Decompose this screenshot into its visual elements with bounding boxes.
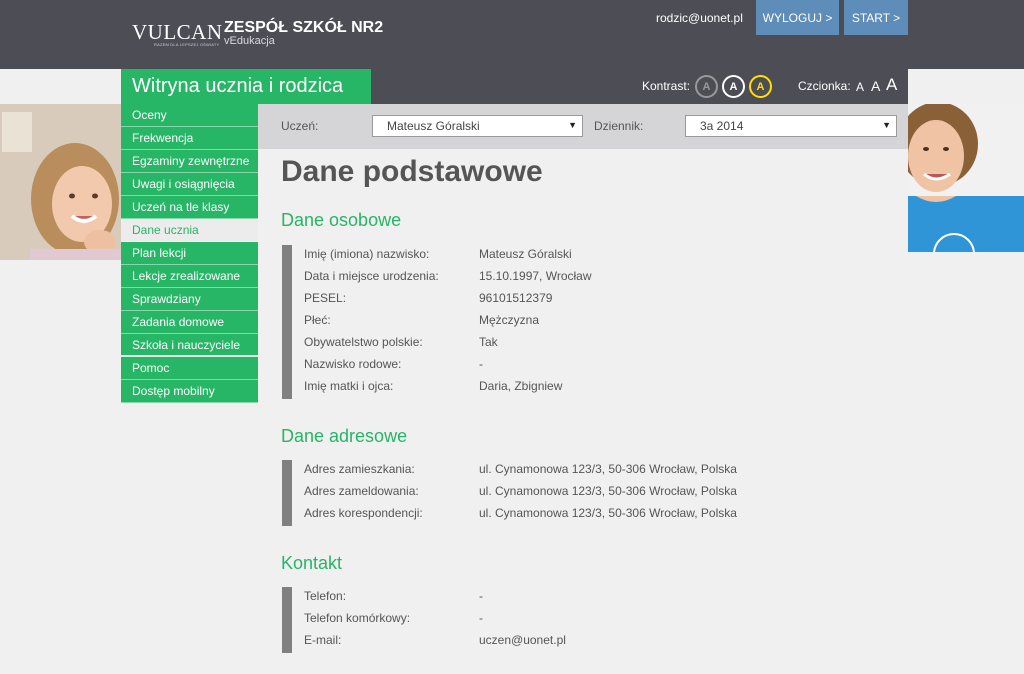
- sidebar-item-frekwencja[interactable]: Frekwencja: [121, 127, 258, 150]
- student-boy-photo: [908, 104, 1024, 252]
- school-subtitle: vEdukacja: [224, 35, 275, 47]
- field-value: Mężczyzna: [479, 313, 540, 327]
- user-email: rodzic@uonet.pl: [656, 11, 743, 25]
- field-label: Płeć:: [304, 313, 331, 327]
- student-select-label: Uczeń:: [281, 119, 319, 133]
- logo-tagline: RAZEM DLA LEPSZEJ OŚWIATY: [154, 42, 220, 47]
- field-value: 15.10.1997, Wrocław: [479, 269, 592, 283]
- contrast-black-white-button[interactable]: A: [722, 75, 745, 98]
- field-value: 96101512379: [479, 291, 553, 305]
- field-label: Imię matki i ojca:: [304, 379, 394, 393]
- field-value: Mateusz Góralski: [479, 247, 572, 261]
- field-label: E-mail:: [304, 633, 342, 647]
- field-label: Adres korespondencji:: [304, 506, 423, 520]
- sidebar-item-zadania-domowe[interactable]: Zadania domowe: [121, 311, 258, 334]
- site-title: Witryna ucznia i rodzica: [121, 69, 371, 104]
- field-label: Data i miejsce urodzenia:: [304, 269, 439, 283]
- field-label: Telefon komórkowy:: [304, 611, 411, 625]
- section-title-contact: Kontakt: [281, 553, 343, 573]
- address-data-block: Adres zamieszkania: ul. Cynamonowa 123/3…: [282, 460, 882, 526]
- start-button[interactable]: START >: [844, 0, 908, 35]
- sidebar-item-sprawdziany[interactable]: Sprawdziany: [121, 288, 258, 311]
- font-size-label: Czcionka:: [798, 79, 851, 93]
- page-title: Dane podstawowe: [281, 155, 543, 188]
- girl-illustration: [0, 104, 121, 260]
- sidebar-item-dostep-mobilny[interactable]: Dostęp mobilny: [121, 380, 258, 403]
- field-value: ul. Cynamonowa 123/3, 50-306 Wrocław, Po…: [479, 462, 737, 476]
- contact-data-block: Telefon: - Telefon komórkowy: - E-mail: …: [282, 587, 882, 653]
- personal-data-block: Imię (imiona) nazwisko: Mateusz Góralski…: [282, 245, 882, 399]
- field-value: Daria, Zbigniew: [479, 379, 563, 393]
- student-select[interactable]: Mateusz Góralski ▼: [372, 115, 583, 137]
- journal-select-label: Dziennik:: [594, 119, 644, 133]
- section-marker-bar: [282, 587, 292, 653]
- font-large-button[interactable]: A: [886, 75, 897, 95]
- sidebar-item-lekcje-zrealizowane[interactable]: Lekcje zrealizowane: [121, 265, 258, 288]
- sidebar-item-uwagi[interactable]: Uwagi i osiągnięcia: [121, 173, 258, 196]
- field-label: PESEL:: [304, 291, 347, 305]
- contrast-default-button[interactable]: A: [695, 75, 718, 98]
- field-label: Nazwisko rodowe:: [304, 357, 402, 371]
- field-value: -: [479, 611, 483, 625]
- field-value: ul. Cynamonowa 123/3, 50-306 Wrocław, Po…: [479, 484, 737, 498]
- student-select-value: Mateusz Góralski: [387, 119, 480, 133]
- section-title-address: Dane adresowe: [281, 426, 408, 446]
- section-marker-bar: [282, 460, 292, 526]
- field-label: Imię (imiona) nazwisko:: [304, 247, 430, 261]
- sidebar-nav: Oceny Frekwencja Egzaminy zewnętrzne Uwa…: [121, 104, 258, 403]
- student-girl-photo: [0, 104, 121, 260]
- sidebar-item-oceny[interactable]: Oceny: [121, 104, 258, 127]
- section-marker-bar: [282, 245, 292, 399]
- field-label: Obywatelstwo polskie:: [304, 335, 423, 349]
- field-value: ul. Cynamonowa 123/3, 50-306 Wrocław, Po…: [479, 506, 737, 520]
- contrast-black-yellow-button[interactable]: A: [749, 75, 772, 98]
- field-label: Telefon:: [304, 589, 347, 603]
- dropdown-arrow-icon: ▼: [882, 120, 891, 130]
- field-value: uczen@uonet.pl: [479, 633, 566, 647]
- field-value: -: [479, 589, 483, 603]
- field-label: Adres zamieszkania:: [304, 462, 415, 476]
- field-value: Tak: [479, 335, 498, 349]
- top-header: VULCAN RAZEM DLA LEPSZEJ OŚWIATY ZESPÓŁ …: [0, 0, 1024, 69]
- font-small-button[interactable]: A: [856, 80, 864, 94]
- field-label: Adres zameldowania:: [304, 484, 419, 498]
- font-medium-button[interactable]: A: [871, 78, 880, 94]
- sidebar-item-szkola-i-nauczyciele[interactable]: Szkoła i nauczyciele: [121, 334, 258, 357]
- section-title-personal: Dane osobowe: [281, 210, 402, 230]
- sidebar-item-plan-lekcji[interactable]: Plan lekcji: [121, 242, 258, 265]
- field-value: -: [479, 357, 483, 371]
- contrast-label: Kontrast:: [642, 79, 691, 93]
- logout-button[interactable]: WYLOGUJ >: [756, 0, 839, 35]
- sidebar-item-egzaminy[interactable]: Egzaminy zewnętrzne: [121, 150, 258, 173]
- sidebar-item-uczen-na-tle-klasy[interactable]: Uczeń na tle klasy: [121, 196, 258, 219]
- sidebar-item-dane-ucznia[interactable]: Dane ucznia: [121, 219, 258, 242]
- dropdown-arrow-icon: ▼: [568, 120, 577, 130]
- boy-illustration: [908, 104, 1024, 252]
- sidebar-item-pomoc[interactable]: Pomoc: [121, 357, 258, 380]
- journal-select-value: 3a 2014: [700, 119, 744, 133]
- journal-select[interactable]: 3a 2014 ▼: [685, 115, 897, 137]
